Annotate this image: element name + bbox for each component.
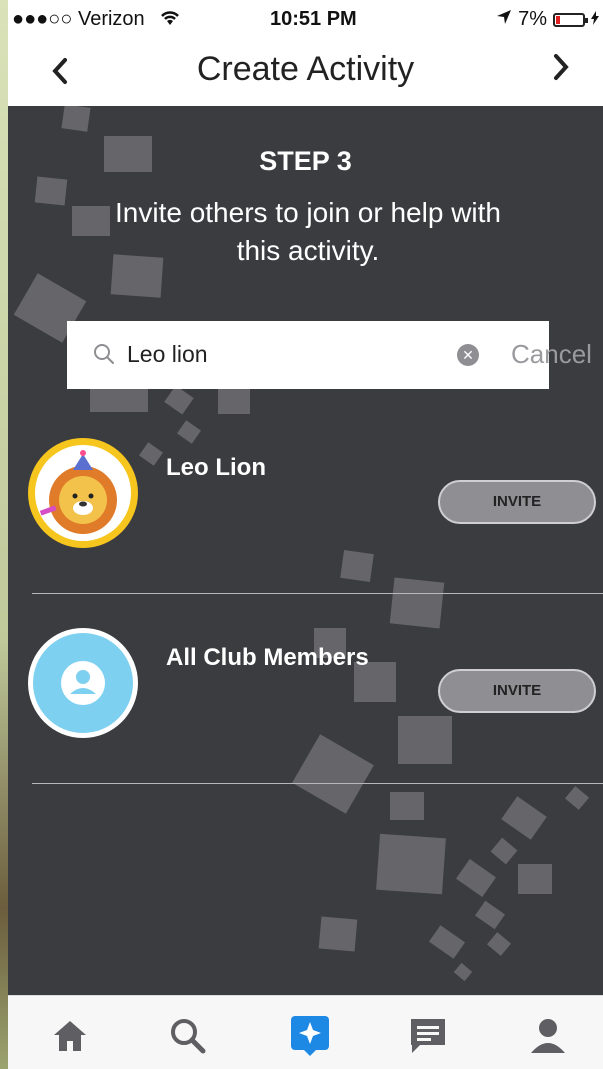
step-title: STEP 3 xyxy=(259,146,352,176)
decor-square xyxy=(177,420,201,444)
tab-bar xyxy=(8,995,603,1069)
list-divider xyxy=(32,593,603,594)
status-time: 10:51 PM xyxy=(270,8,357,30)
tab-search[interactable] xyxy=(166,1014,210,1058)
decor-square xyxy=(518,864,552,894)
decor-square xyxy=(139,442,163,466)
group-user-icon xyxy=(33,633,133,733)
search-bar[interactable]: Leo lion ✕ Cancel xyxy=(67,321,592,389)
battery-percent: 7% xyxy=(518,8,547,30)
tab-create-activity[interactable] xyxy=(288,1014,332,1058)
decor-square xyxy=(34,176,68,206)
decor-square xyxy=(490,837,518,865)
decor-square xyxy=(398,716,452,764)
decor-square xyxy=(61,106,91,132)
phone-screen: ●●●○○ Verizon 10:51 PM 7% Create Activit… xyxy=(8,0,603,1069)
lion-avatar-icon xyxy=(35,445,131,541)
search-icon xyxy=(171,1019,206,1054)
clear-search-icon[interactable]: ✕ xyxy=(457,344,479,366)
decor-square xyxy=(475,900,505,930)
decor-square xyxy=(486,932,512,956)
avatar-all-club-members xyxy=(28,628,138,738)
result-name-leo-lion: Leo Lion xyxy=(166,454,266,481)
nav-bar: Create Activity xyxy=(8,40,603,106)
location-arrow-icon xyxy=(496,8,512,31)
decor-square xyxy=(318,916,358,952)
decor-square xyxy=(218,386,250,414)
search-input[interactable]: Leo lion xyxy=(127,341,208,368)
search-icon xyxy=(94,344,114,364)
profile-icon xyxy=(531,1019,565,1053)
chevron-right-icon xyxy=(554,54,569,80)
status-bar: ●●●○○ Verizon 10:51 PM 7% xyxy=(8,0,603,40)
tab-messages[interactable] xyxy=(406,1014,450,1058)
page-title: Create Activity xyxy=(196,50,415,88)
avatar-leo-lion xyxy=(28,438,138,548)
result-name-all-club-members: All Club Members xyxy=(166,644,369,671)
wifi-icon xyxy=(158,6,182,34)
tab-home[interactable] xyxy=(48,1014,92,1058)
next-button[interactable] xyxy=(541,50,581,90)
decor-square xyxy=(564,786,590,810)
decor-square xyxy=(376,833,446,895)
charging-icon xyxy=(591,8,599,31)
list-divider xyxy=(32,783,603,784)
invite-button-leo-lion[interactable]: INVITE xyxy=(438,480,596,524)
invite-button-all-club-members[interactable]: INVITE xyxy=(438,669,596,713)
battery-icon xyxy=(553,12,588,27)
decor-square xyxy=(501,796,547,840)
decor-square xyxy=(292,734,374,814)
step-description: Invite others to join or help with this … xyxy=(115,197,501,266)
decor-square xyxy=(453,962,473,982)
decor-square xyxy=(456,858,496,898)
decor-square xyxy=(72,206,110,236)
invite-panel: STEP 3 Invite others to join or help wit… xyxy=(8,106,603,995)
home-icon xyxy=(54,1021,86,1051)
decor-square xyxy=(390,792,424,820)
decor-square xyxy=(340,550,374,582)
tab-profile[interactable] xyxy=(526,1014,570,1058)
messages-icon xyxy=(411,1019,445,1053)
decor-square xyxy=(389,577,445,629)
create-activity-icon xyxy=(291,1016,329,1056)
carrier-label: ●●●○○ Verizon xyxy=(12,8,145,30)
decor-square xyxy=(164,385,194,415)
cancel-search-button[interactable]: Cancel xyxy=(511,339,592,370)
decor-square xyxy=(428,925,466,959)
